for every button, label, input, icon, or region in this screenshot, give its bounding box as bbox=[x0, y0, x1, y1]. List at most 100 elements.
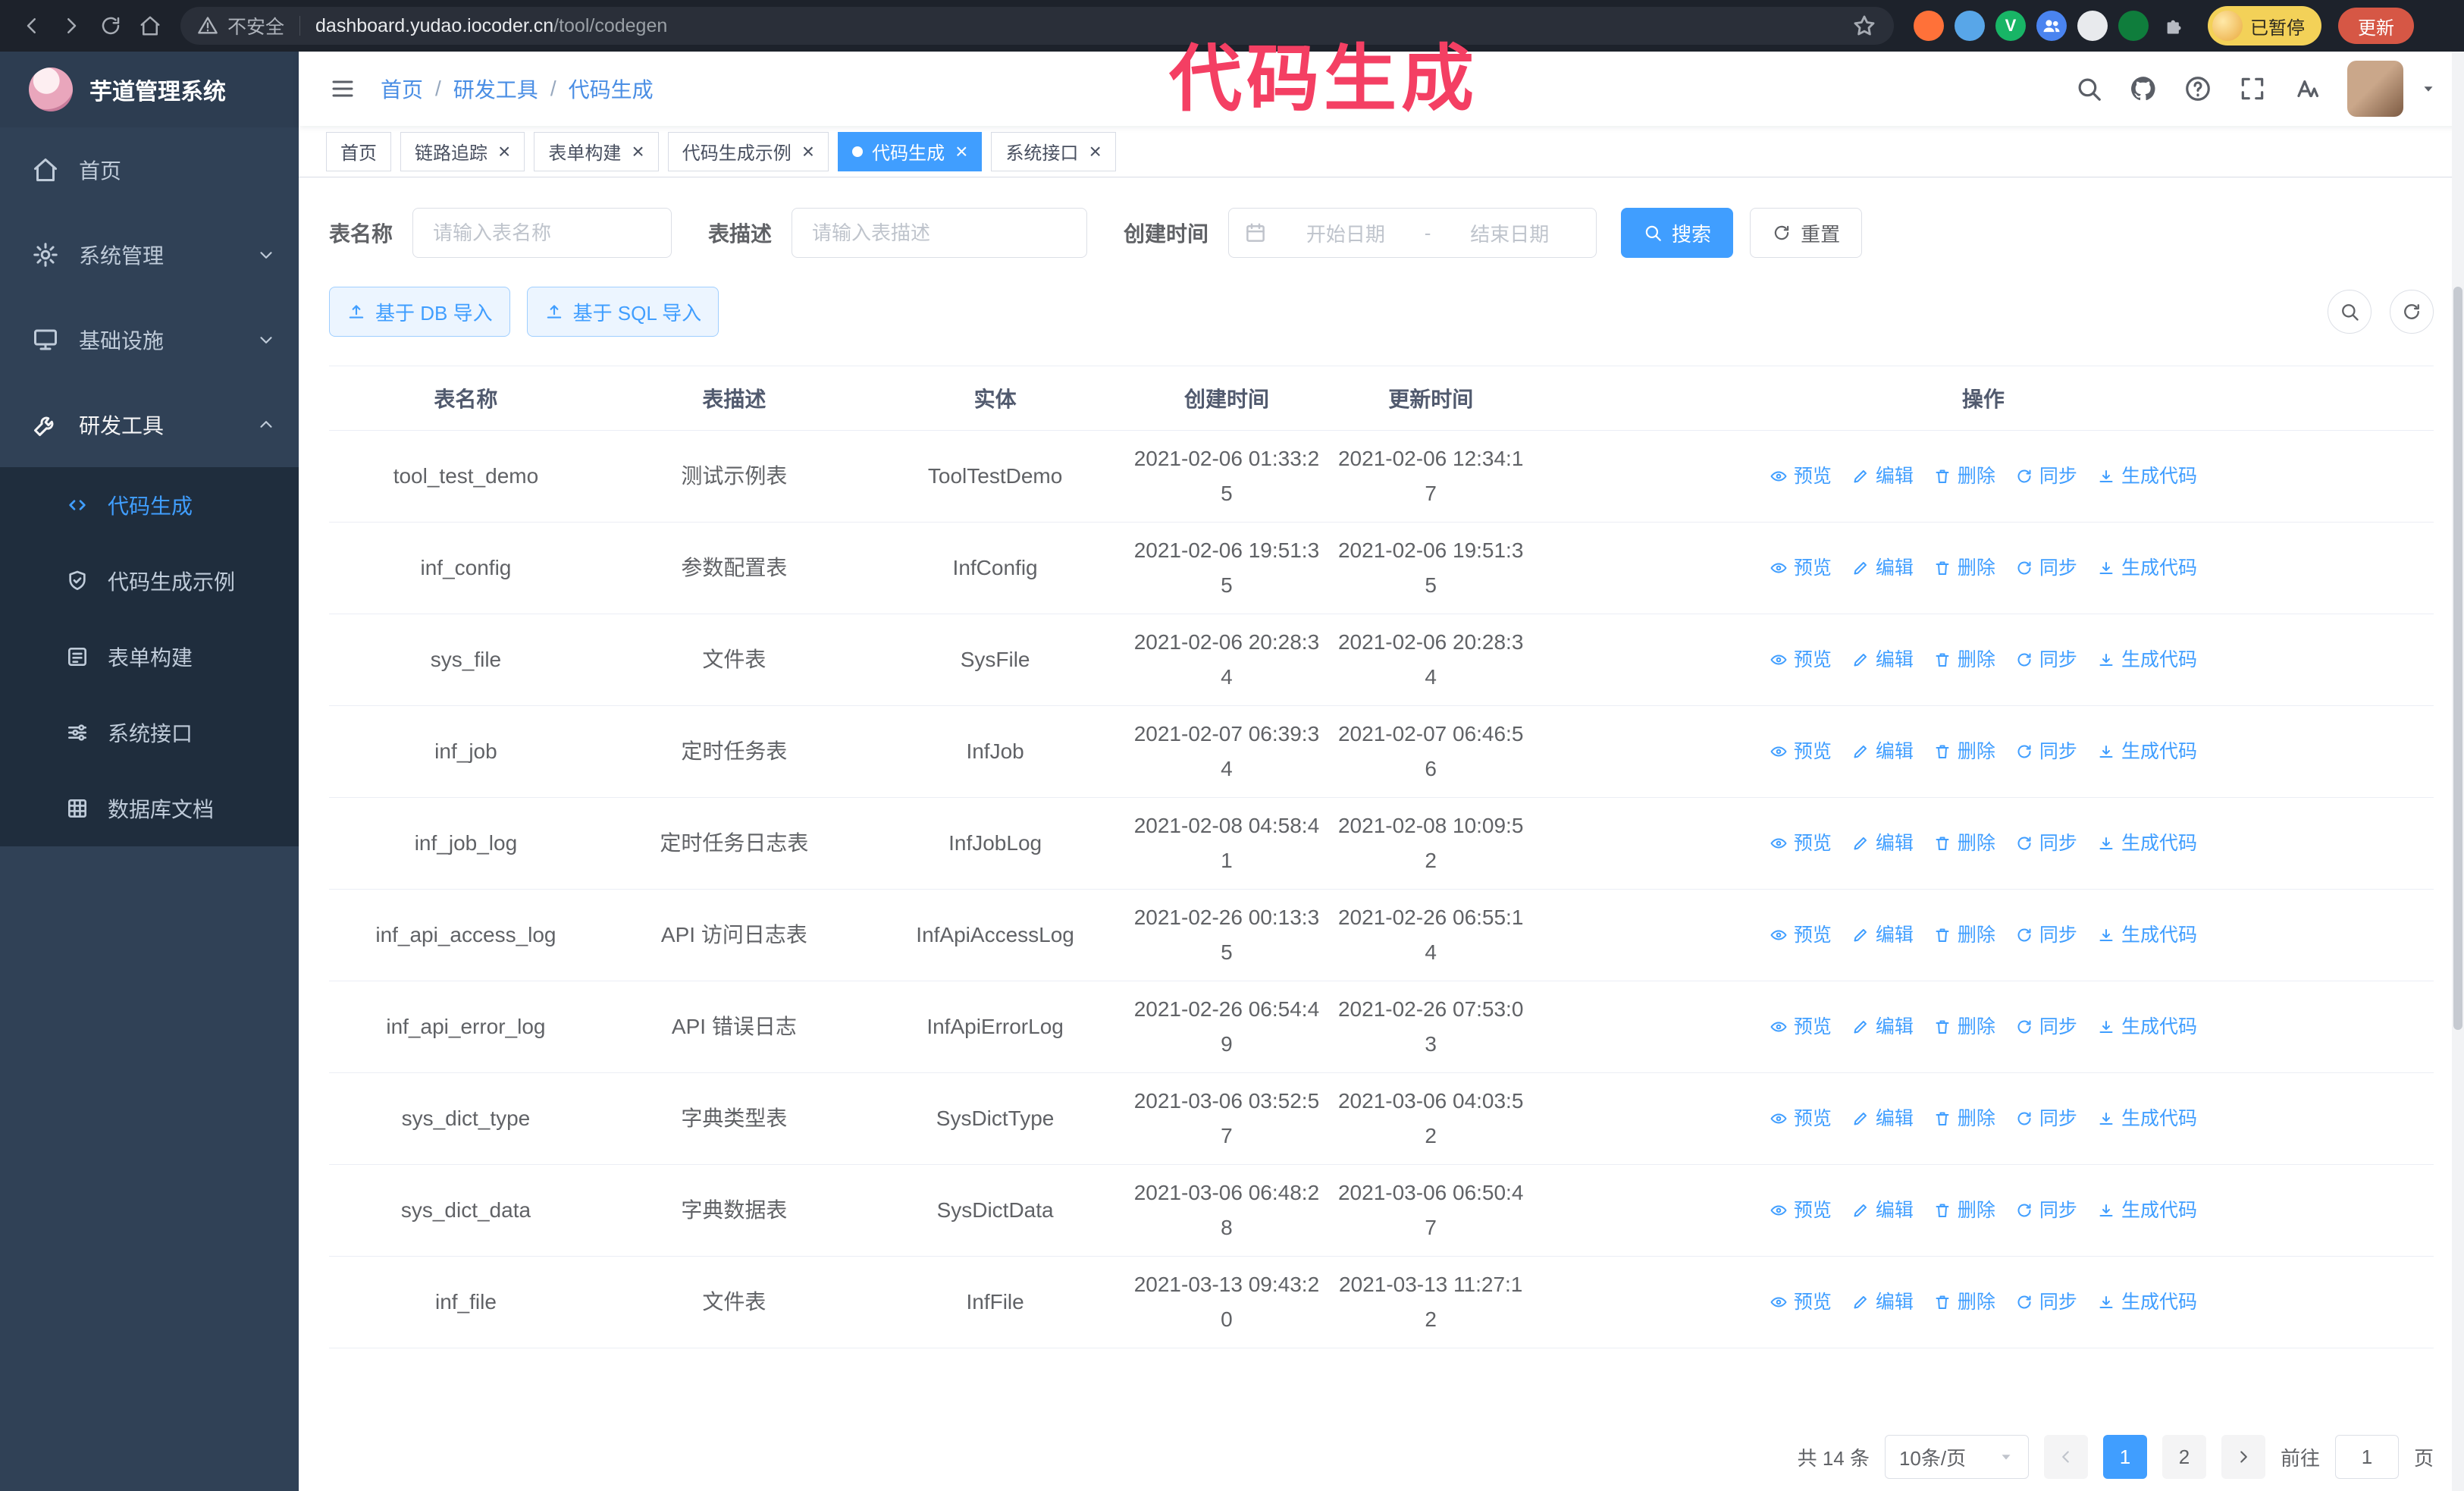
table-name-input[interactable] bbox=[412, 208, 672, 258]
edit-link[interactable]: 编辑 bbox=[1851, 459, 1914, 494]
update-button[interactable]: 更新 bbox=[2338, 8, 2414, 44]
delete-link[interactable]: 删除 bbox=[1933, 734, 1995, 769]
profile-chip[interactable]: 已暂停 bbox=[2208, 6, 2321, 46]
sidebar-toggle-icon[interactable] bbox=[326, 72, 359, 105]
toggle-search-button[interactable] bbox=[2328, 290, 2372, 334]
import-sql-button[interactable]: 基于 SQL 导入 bbox=[526, 287, 719, 337]
sidebar-item-codegen-example[interactable]: 代码生成示例 bbox=[0, 543, 299, 619]
preview-link[interactable]: 预览 bbox=[1770, 1285, 1832, 1320]
breadcrumb-item[interactable]: 首页 bbox=[381, 74, 423, 104]
close-tab-icon[interactable]: × bbox=[632, 140, 644, 162]
tab-codegen-example[interactable]: 代码生成示例 × bbox=[667, 131, 829, 171]
tab-system-api[interactable]: 系统接口 × bbox=[991, 131, 1116, 171]
browser-forward-icon[interactable] bbox=[55, 9, 88, 42]
delete-link[interactable]: 删除 bbox=[1933, 551, 1995, 585]
generate-code-link[interactable]: 生成代码 bbox=[2097, 459, 2197, 494]
preview-link[interactable]: 预览 bbox=[1770, 1193, 1832, 1228]
page-button-2[interactable]: 2 bbox=[2161, 1435, 2206, 1479]
generate-code-link[interactable]: 生成代码 bbox=[2097, 918, 2197, 953]
extension-icon-blue-drop[interactable] bbox=[1955, 11, 1985, 41]
browser-back-icon[interactable] bbox=[15, 9, 49, 42]
sync-link[interactable]: 同步 bbox=[2015, 1101, 2077, 1136]
delete-link[interactable]: 删除 bbox=[1933, 826, 1995, 861]
sidebar-item-infra[interactable]: 基础设施 bbox=[0, 297, 299, 382]
sync-link[interactable]: 同步 bbox=[2015, 1285, 2077, 1320]
edit-link[interactable]: 编辑 bbox=[1851, 551, 1914, 585]
edit-link[interactable]: 编辑 bbox=[1851, 1009, 1914, 1044]
address-bar[interactable]: 不安全 dashboard.yudao.iocoder.cn/tool/code… bbox=[180, 7, 1894, 45]
delete-link[interactable]: 删除 bbox=[1933, 1009, 1995, 1044]
page-scrollbar[interactable] bbox=[2452, 52, 2464, 1491]
end-date-placeholder[interactable]: 结束日期 bbox=[1438, 219, 1581, 247]
extensions-puzzle-icon[interactable] bbox=[2159, 11, 2190, 41]
sidebar-item-form-builder[interactable]: 表单构建 bbox=[0, 619, 299, 695]
fullscreen-icon[interactable] bbox=[2238, 74, 2267, 103]
user-avatar[interactable] bbox=[2347, 61, 2403, 117]
reset-button[interactable]: 重置 bbox=[1750, 208, 1863, 258]
close-tab-icon[interactable]: × bbox=[955, 140, 967, 162]
sync-link[interactable]: 同步 bbox=[2015, 918, 2077, 953]
sync-link[interactable]: 同步 bbox=[2015, 551, 2077, 585]
sync-link[interactable]: 同步 bbox=[2015, 642, 2077, 677]
preview-link[interactable]: 预览 bbox=[1770, 642, 1832, 677]
tab-codegen[interactable]: 代码生成 × bbox=[838, 131, 983, 171]
header-search-icon[interactable] bbox=[2074, 74, 2103, 103]
date-range-picker[interactable]: 开始日期 - 结束日期 bbox=[1228, 208, 1597, 258]
preview-link[interactable]: 预览 bbox=[1770, 459, 1832, 494]
start-date-placeholder[interactable]: 开始日期 bbox=[1274, 219, 1417, 247]
edit-link[interactable]: 编辑 bbox=[1851, 1285, 1914, 1320]
generate-code-link[interactable]: 生成代码 bbox=[2097, 1101, 2197, 1136]
delete-link[interactable]: 删除 bbox=[1933, 1101, 1995, 1136]
sync-link[interactable]: 同步 bbox=[2015, 734, 2077, 769]
app-logo[interactable]: 芋道管理系统 bbox=[0, 52, 299, 127]
delete-link[interactable]: 删除 bbox=[1933, 459, 1995, 494]
generate-code-link[interactable]: 生成代码 bbox=[2097, 551, 2197, 585]
bookmark-star-icon[interactable] bbox=[1851, 13, 1877, 39]
preview-link[interactable]: 预览 bbox=[1770, 1101, 1832, 1136]
tab-form-builder[interactable]: 表单构建 × bbox=[534, 131, 659, 171]
preview-link[interactable]: 预览 bbox=[1770, 826, 1832, 861]
extension-icon-light-tile[interactable] bbox=[2077, 11, 2108, 41]
font-size-icon[interactable] bbox=[2293, 74, 2321, 103]
tab-home[interactable]: 首页 bbox=[326, 131, 391, 171]
preview-link[interactable]: 预览 bbox=[1770, 734, 1832, 769]
preview-link[interactable]: 预览 bbox=[1770, 918, 1832, 953]
sidebar-item-home[interactable]: 首页 bbox=[0, 127, 299, 212]
extension-icon-orange[interactable] bbox=[1914, 11, 1944, 41]
extension-icon-people[interactable] bbox=[2036, 11, 2067, 41]
sync-link[interactable]: 同步 bbox=[2015, 1009, 2077, 1044]
extension-icon-plant[interactable] bbox=[2118, 11, 2149, 41]
generate-code-link[interactable]: 生成代码 bbox=[2097, 1193, 2197, 1228]
preview-link[interactable]: 预览 bbox=[1770, 551, 1832, 585]
delete-link[interactable]: 删除 bbox=[1933, 918, 1995, 953]
sync-link[interactable]: 同步 bbox=[2015, 826, 2077, 861]
edit-link[interactable]: 编辑 bbox=[1851, 918, 1914, 953]
sidebar-item-devtools[interactable]: 研发工具 bbox=[0, 382, 299, 467]
edit-link[interactable]: 编辑 bbox=[1851, 1101, 1914, 1136]
delete-link[interactable]: 删除 bbox=[1933, 642, 1995, 677]
search-button[interactable]: 搜索 bbox=[1621, 208, 1734, 258]
table-desc-input[interactable] bbox=[792, 208, 1088, 258]
edit-link[interactable]: 编辑 bbox=[1851, 826, 1914, 861]
goto-page-input[interactable] bbox=[2334, 1435, 2399, 1479]
sidebar-item-db-doc[interactable]: 数据库文档 bbox=[0, 771, 299, 846]
generate-code-link[interactable]: 生成代码 bbox=[2097, 1285, 2197, 1320]
page-size-select[interactable]: 10条/页 bbox=[1884, 1435, 2029, 1479]
tab-tracer[interactable]: 链路追踪 × bbox=[400, 131, 525, 171]
sidebar-item-codegen[interactable]: 代码生成 bbox=[0, 467, 299, 543]
sidebar-item-system-api[interactable]: 系统接口 bbox=[0, 695, 299, 771]
docs-help-icon[interactable] bbox=[2183, 74, 2212, 103]
edit-link[interactable]: 编辑 bbox=[1851, 734, 1914, 769]
delete-link[interactable]: 删除 bbox=[1933, 1285, 1995, 1320]
prev-page-button[interactable] bbox=[2043, 1435, 2088, 1479]
close-tab-icon[interactable]: × bbox=[802, 140, 814, 162]
edit-link[interactable]: 编辑 bbox=[1851, 1193, 1914, 1228]
delete-link[interactable]: 删除 bbox=[1933, 1193, 1995, 1228]
generate-code-link[interactable]: 生成代码 bbox=[2097, 642, 2197, 677]
scrollbar-thumb[interactable] bbox=[2453, 287, 2462, 1030]
browser-home-icon[interactable] bbox=[133, 9, 167, 42]
preview-link[interactable]: 预览 bbox=[1770, 1009, 1832, 1044]
extension-icon-green-check[interactable]: V bbox=[1995, 11, 2026, 41]
breadcrumb-item[interactable]: 研发工具 bbox=[453, 74, 538, 104]
generate-code-link[interactable]: 生成代码 bbox=[2097, 826, 2197, 861]
